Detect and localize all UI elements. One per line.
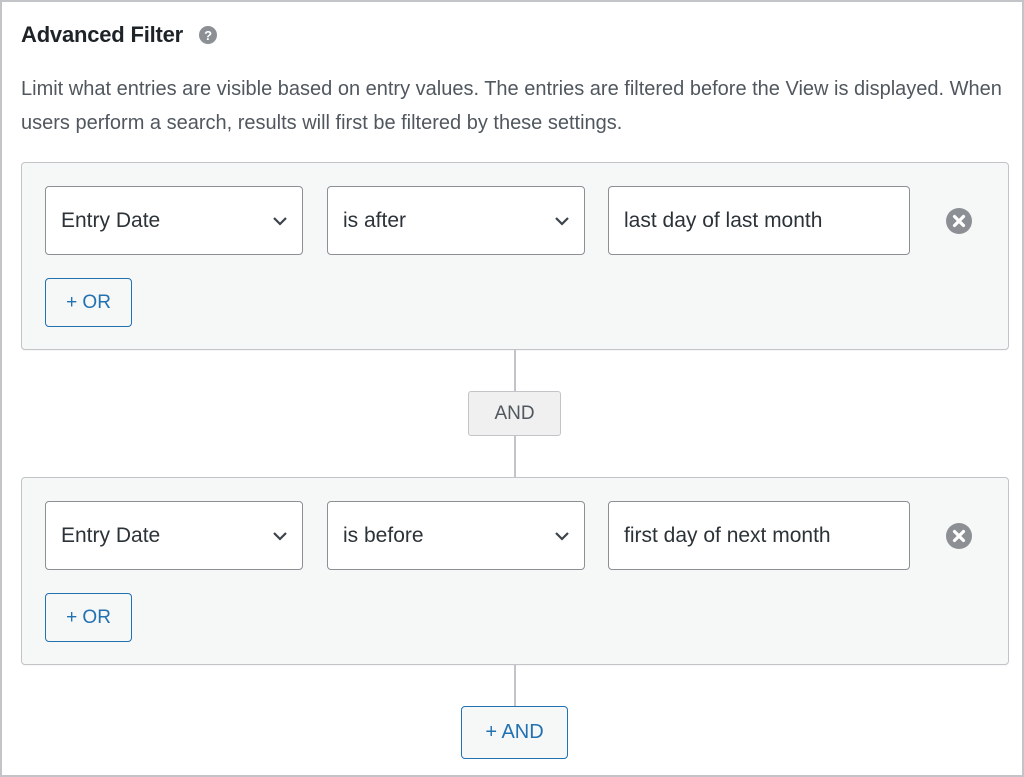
value-input[interactable]: first day of next month bbox=[608, 501, 910, 570]
value-input-text: first day of next month bbox=[624, 523, 831, 547]
field-select-value: Entry Date bbox=[61, 523, 161, 547]
chevron-down-icon bbox=[273, 532, 287, 541]
connector-line bbox=[514, 350, 516, 391]
advanced-filter-panel: Advanced Filter ? Limit what entries are… bbox=[0, 0, 1024, 777]
field-select[interactable]: Entry Date bbox=[45, 186, 303, 255]
remove-condition-icon[interactable] bbox=[946, 523, 972, 549]
filter-group-2: Entry Date is before first day of next m… bbox=[21, 477, 1009, 665]
value-input[interactable]: last day of last month bbox=[608, 186, 910, 255]
header: Advanced Filter ? bbox=[21, 22, 218, 48]
operator-select-value: is after bbox=[343, 208, 407, 232]
add-and-button[interactable]: + AND bbox=[461, 706, 568, 759]
help-icon[interactable]: ? bbox=[199, 26, 218, 44]
add-or-button[interactable]: + OR bbox=[45, 278, 132, 327]
remove-condition-icon[interactable] bbox=[946, 208, 972, 234]
chevron-down-icon bbox=[273, 217, 287, 226]
field-select[interactable]: Entry Date bbox=[45, 501, 303, 570]
chevron-down-icon bbox=[555, 532, 569, 541]
operator-select-value: is before bbox=[343, 523, 424, 547]
and-connector-label: AND bbox=[468, 391, 561, 436]
operator-select[interactable]: is after bbox=[327, 186, 585, 255]
add-or-button[interactable]: + OR bbox=[45, 593, 132, 642]
section-description: Limit what entries are visible based on … bbox=[21, 78, 1002, 134]
value-input-text: last day of last month bbox=[624, 208, 823, 232]
field-select-value: Entry Date bbox=[61, 208, 161, 232]
operator-select[interactable]: is before bbox=[327, 501, 585, 570]
section-title: Advanced Filter bbox=[21, 22, 184, 47]
filter-group-1: Entry Date is after last day of last mon… bbox=[21, 162, 1009, 350]
chevron-down-icon bbox=[555, 217, 569, 226]
connector-line bbox=[514, 436, 516, 477]
connector-line bbox=[514, 665, 516, 706]
